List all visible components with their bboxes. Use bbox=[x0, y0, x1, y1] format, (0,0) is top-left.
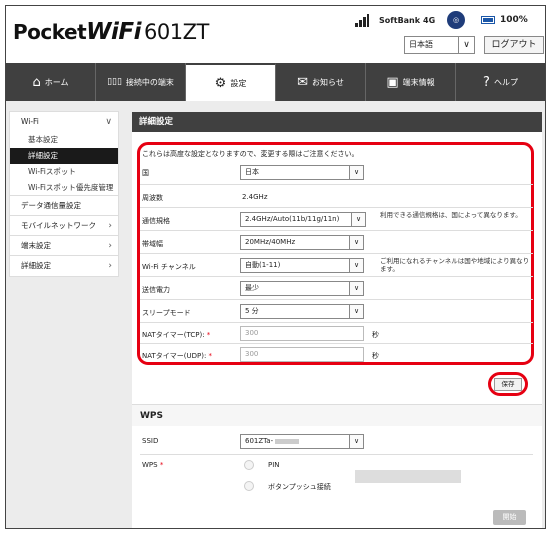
row-nat-tcp: NATタイマー(TCP): * 300 秒 bbox=[140, 322, 533, 343]
chevron-down-icon: ∨ bbox=[349, 435, 363, 448]
start-button[interactable]: 開始 bbox=[493, 510, 526, 525]
network-type: 4G bbox=[423, 16, 436, 25]
row-nat-udp: NATタイマー(UDP): * 300 秒 bbox=[140, 343, 533, 363]
chevron-down-icon: ∨ bbox=[105, 117, 112, 127]
roaming-icon: ◎ bbox=[447, 11, 465, 29]
chevron-down-icon: ∨ bbox=[349, 305, 363, 318]
channel-select[interactable]: 自動(1-11) ∨ bbox=[240, 258, 364, 273]
chevron-down-icon: ∨ bbox=[349, 236, 363, 249]
battery-level: 100% bbox=[500, 15, 528, 25]
tab-notifications[interactable]: ✉ お知らせ bbox=[276, 63, 366, 101]
sidebar-group-wifi[interactable]: Wi-Fi ∨ bbox=[10, 112, 118, 132]
row-ssid: SSID 601ZTa- ∨ bbox=[140, 430, 533, 452]
sidebar-group-device[interactable]: 端末設定 › bbox=[10, 236, 118, 256]
notice-text: これらは高度な設定となりますので、変更する際はご注意ください。 bbox=[142, 150, 359, 158]
signal-icon bbox=[355, 14, 369, 27]
chevron-down-icon: ∨ bbox=[349, 282, 363, 295]
device-icon: ▣ bbox=[386, 74, 399, 90]
help-icon: ? bbox=[483, 74, 490, 90]
tab-connected-devices[interactable]: ▯▯▯ 接続中の端末 bbox=[96, 63, 186, 101]
tab-settings[interactable]: ⚙ 設定 bbox=[186, 63, 276, 101]
ssid-select[interactable]: 601ZTa- ∨ bbox=[240, 434, 364, 449]
chevron-right-icon: › bbox=[108, 221, 112, 231]
bandwidth-select[interactable]: 20MHz/40MHz ∨ bbox=[240, 235, 364, 250]
sidebar-item-data-usage[interactable]: データ通信量設定 bbox=[10, 196, 118, 216]
logo: PocketWiFi 601ZT bbox=[13, 19, 209, 45]
gear-icon: ⚙ bbox=[214, 75, 227, 91]
chevron-down-icon: ∨ bbox=[351, 213, 365, 226]
main-nav: ⌂ ホーム ▯▯▯ 接続中の端末 ⚙ 設定 ✉ お知らせ ▣ 端末情報 ? ヘルプ bbox=[6, 63, 545, 101]
row-frequency: 周波数 2.4GHz bbox=[140, 184, 533, 207]
language-select[interactable]: 日本語 ∨ bbox=[404, 36, 475, 54]
content-area: Wi-Fi ∨ 基本設定 詳細設定 Wi-Fiスポット Wi-Fiスポット優先度管… bbox=[6, 101, 545, 528]
sleep-select[interactable]: 5 分 ∨ bbox=[240, 304, 364, 319]
pin-input[interactable] bbox=[355, 470, 461, 483]
sidebar-group-advanced[interactable]: 詳細設定 › bbox=[10, 256, 118, 276]
tab-device-info[interactable]: ▣ 端末情報 bbox=[366, 63, 456, 101]
push-button-radio[interactable] bbox=[244, 481, 254, 491]
header: PocketWiFi 601ZT SoftBank 4G ◎ 100% 日本語 ∨ … bbox=[6, 6, 545, 63]
home-icon: ⌂ bbox=[32, 74, 41, 90]
row-bandwidth: 帯域幅 20MHz/40MHz ∨ bbox=[140, 230, 533, 253]
row-tx-power: 送信電力 最少 ∨ bbox=[140, 276, 533, 299]
wps-section-title: WPS bbox=[132, 404, 542, 426]
nat-tcp-input[interactable]: 300 bbox=[240, 326, 364, 341]
chevron-down-icon: ∨ bbox=[349, 166, 363, 179]
tab-help[interactable]: ? ヘルプ bbox=[456, 63, 545, 101]
page-title: 詳細設定 bbox=[132, 112, 542, 132]
sidebar-item-basic[interactable]: 基本設定 bbox=[10, 132, 118, 148]
row-country: 国 日本 ∨ bbox=[140, 161, 533, 184]
carrier-name: SoftBank bbox=[379, 16, 421, 25]
chevron-down-icon: ∨ bbox=[349, 259, 363, 272]
mail-icon: ✉ bbox=[297, 74, 309, 90]
chevron-right-icon: › bbox=[108, 241, 112, 251]
chevron-right-icon: › bbox=[108, 261, 112, 271]
standard-select[interactable]: 2.4GHz/Auto(11b/11g/11n) ∨ bbox=[240, 212, 366, 227]
sidebar: Wi-Fi ∨ 基本設定 詳細設定 Wi-Fiスポット Wi-Fiスポット優先度管… bbox=[9, 111, 119, 277]
country-select[interactable]: 日本 ∨ bbox=[240, 165, 364, 180]
save-button[interactable]: 保存 bbox=[494, 378, 522, 391]
row-sleep: スリープモード 5 分 ∨ bbox=[140, 299, 533, 322]
row-standard: 通信規格 2.4GHz/Auto(11b/11g/11n) ∨ 利用できる通信規格… bbox=[140, 207, 533, 230]
row-wps: WPS * PIN ボタンプッシュ接続 bbox=[140, 454, 533, 500]
row-channel: Wi-Fi チャンネル 自動(1-11) ∨ ご利用になれるチャンネルは国や地域に… bbox=[140, 253, 533, 276]
devices-icon: ▯▯▯ bbox=[107, 77, 122, 87]
app-window: PocketWiFi 601ZT SoftBank 4G ◎ 100% 日本語 ∨ … bbox=[5, 5, 546, 529]
tx-power-select[interactable]: 最少 ∨ bbox=[240, 281, 364, 296]
nat-udp-input[interactable]: 300 bbox=[240, 347, 364, 362]
tab-home[interactable]: ⌂ ホーム bbox=[6, 63, 96, 101]
sidebar-group-mobile[interactable]: モバイルネットワーク › bbox=[10, 216, 118, 236]
settings-panel: 詳細設定 これらは高度な設定となりますので、変更する際はご注意ください。 国 日… bbox=[132, 112, 542, 528]
sidebar-item-advanced-wifi[interactable]: 詳細設定 bbox=[10, 148, 118, 164]
battery-icon bbox=[481, 16, 495, 24]
pin-radio[interactable] bbox=[244, 460, 254, 470]
chevron-down-icon: ∨ bbox=[458, 37, 474, 53]
sidebar-item-wifi-spot-priority[interactable]: Wi-Fiスポット優先度管理 bbox=[10, 180, 118, 196]
logout-button[interactable]: ログアウト bbox=[484, 36, 544, 54]
sidebar-item-wifi-spot[interactable]: Wi-Fiスポット bbox=[10, 164, 118, 180]
